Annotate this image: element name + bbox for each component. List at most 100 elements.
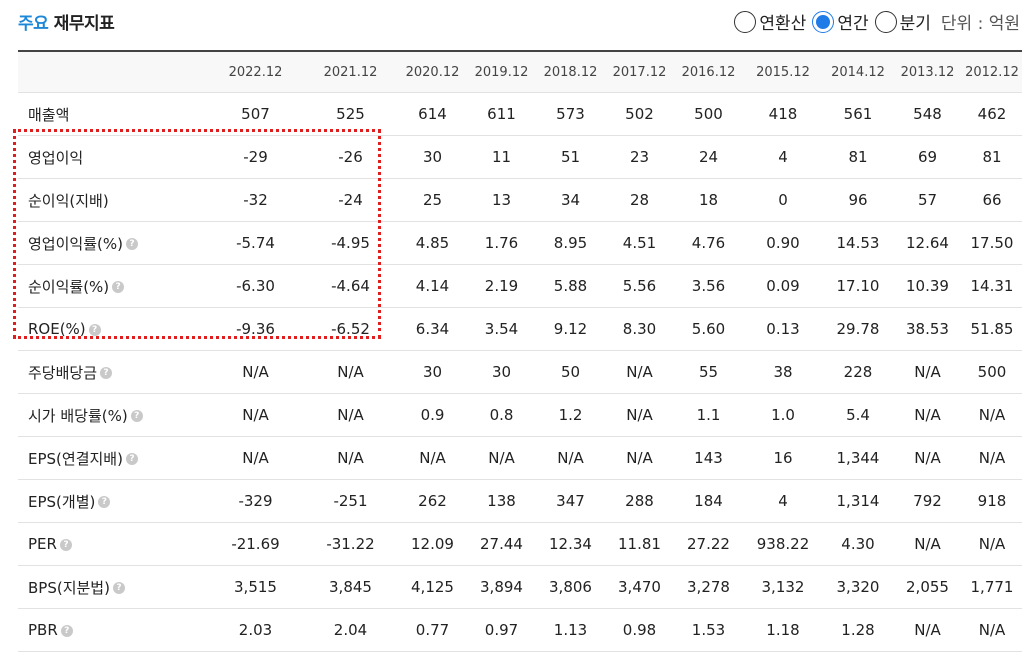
value-cell: 4.76 [674, 221, 743, 265]
value-cell: 792 [893, 479, 962, 523]
section-title-main: 재무지표 [53, 14, 115, 34]
value-cell: 1.28 [823, 608, 893, 652]
table-row: EPS(개별)? -329 -251 262 138 347 288 184 4 1,314 792… [18, 479, 1022, 523]
radio-quarterly-label: 분기 [899, 14, 931, 34]
value-cell: 30 [467, 350, 536, 394]
help-icon[interactable]: ? [112, 582, 125, 594]
value-cell: 347 [536, 479, 605, 523]
value-cell: 3,132 [743, 565, 823, 609]
radio-annualized[interactable]: 연환산 [734, 9, 806, 34]
table-row: 영업이익률(%)? -5.74 -4.95 4.85 1.76 8.95 4.51 4.76 0… [18, 221, 1022, 265]
value-cell: 1.1 [674, 393, 743, 437]
value-cell: 24 [674, 135, 743, 179]
radio-quarterly[interactable]: 분기 [874, 9, 931, 34]
value-cell: 0.09 [743, 264, 823, 308]
value-cell: -6.30 [208, 264, 303, 308]
value-cell: 500 [674, 92, 743, 136]
value-cell: 81 [823, 135, 893, 179]
value-cell: 918 [962, 479, 1022, 523]
value-cell: 8.95 [536, 221, 605, 265]
help-icon[interactable]: ? [59, 538, 72, 551]
value-cell: -6.52 [303, 307, 398, 351]
value-cell: 573 [536, 92, 605, 136]
row-label-cell: 시가 배당률(%)? [18, 393, 208, 437]
help-icon[interactable]: ? [98, 496, 111, 508]
header: 주요 재무지표 연환산 연간 분기 단위 : 억원 [0, 0, 1034, 48]
column-header: 2020.12 [398, 50, 467, 93]
value-cell: 462 [962, 92, 1022, 136]
value-cell: 23 [605, 135, 674, 179]
row-label-cell: PER? [18, 522, 208, 566]
value-cell: N/A [605, 436, 674, 480]
table-row: 매출액 507 525 614 611 573 502 500 418 561 548 462 [18, 92, 1022, 136]
help-icon[interactable]: ? [112, 281, 125, 293]
value-cell: 38 [743, 350, 823, 394]
help-icon[interactable]: ? [130, 410, 143, 422]
value-cell: N/A [208, 436, 303, 480]
value-cell: 507 [208, 92, 303, 136]
value-cell: 0 [743, 178, 823, 222]
value-cell: 66 [962, 178, 1022, 222]
value-cell: 938.22 [743, 522, 823, 566]
value-cell: N/A [962, 436, 1022, 480]
table-row: BPS(지분법)? 3,515 3,845 4,125 3,894 3,806 3,470 3… [18, 565, 1022, 609]
help-icon[interactable]: ? [125, 453, 138, 465]
value-cell: 10.39 [893, 264, 962, 308]
value-cell: 4 [743, 135, 823, 179]
help-icon[interactable]: ? [100, 367, 113, 379]
radio-annual[interactable]: 연간 [812, 9, 869, 34]
value-cell: N/A [605, 350, 674, 394]
value-cell: 4.30 [823, 522, 893, 566]
value-cell: 3,515 [208, 565, 303, 609]
value-cell: 3,278 [674, 565, 743, 609]
column-header: 2022.12 [208, 50, 303, 93]
value-cell: 1,314 [823, 479, 893, 523]
value-cell: 11.81 [605, 522, 674, 566]
value-cell: 1,771 [962, 565, 1022, 609]
table-header-row: 2022.12 2021.12 2020.12 2019.12 2018.12 2017.… [18, 50, 1022, 93]
value-cell: 38.53 [893, 307, 962, 351]
value-cell: 184 [674, 479, 743, 523]
value-cell: 50 [536, 350, 605, 394]
help-icon[interactable]: ? [125, 238, 138, 250]
value-cell: 81 [962, 135, 1022, 179]
table-row: 영업이익 -29 -26 30 11 51 23 24 4 81 69 81 [18, 135, 1022, 179]
value-cell: 262 [398, 479, 467, 523]
value-cell: 51.85 [962, 307, 1022, 351]
radio-circle-icon[interactable] [874, 10, 897, 33]
value-cell: 2,055 [893, 565, 962, 609]
value-cell: -5.74 [208, 221, 303, 265]
column-header: 2015.12 [743, 50, 823, 93]
row-label-cell: 주당배당금? [18, 350, 208, 394]
row-label-cell: 순이익(지배) [18, 178, 208, 222]
radio-selected-icon[interactable] [812, 10, 835, 33]
row-label: 영업이익률(%) [28, 234, 123, 253]
value-cell: N/A [467, 436, 536, 480]
value-cell: N/A [208, 393, 303, 437]
value-cell: 3,845 [303, 565, 398, 609]
value-cell: 3,470 [605, 565, 674, 609]
value-cell: 3,894 [467, 565, 536, 609]
value-cell: 0.13 [743, 307, 823, 351]
help-icon[interactable]: ? [88, 323, 101, 336]
column-header: 2019.12 [467, 50, 536, 93]
value-cell: N/A [208, 350, 303, 394]
value-cell: 30 [398, 350, 467, 394]
value-cell: 611 [467, 92, 536, 136]
value-cell: 9.12 [536, 307, 605, 351]
row-label: BPS(지분법) [28, 578, 110, 597]
period-controls: 연환산 연간 분기 단위 : 억원 [728, 9, 1020, 34]
value-cell: 4.51 [605, 221, 674, 265]
value-cell: N/A [893, 522, 962, 566]
value-cell: 69 [893, 135, 962, 179]
financial-table: 2022.12 2021.12 2020.12 2019.12 2018.12 2017.… [18, 50, 1022, 652]
value-cell: N/A [962, 608, 1022, 652]
value-cell: 8.30 [605, 307, 674, 351]
value-cell: 0.8 [467, 393, 536, 437]
help-icon[interactable]: ? [60, 624, 73, 637]
value-cell: 6.34 [398, 307, 467, 351]
value-cell: 16 [743, 436, 823, 480]
value-cell: 5.88 [536, 264, 605, 308]
radio-circle-icon[interactable] [734, 10, 757, 33]
value-cell: 1.76 [467, 221, 536, 265]
